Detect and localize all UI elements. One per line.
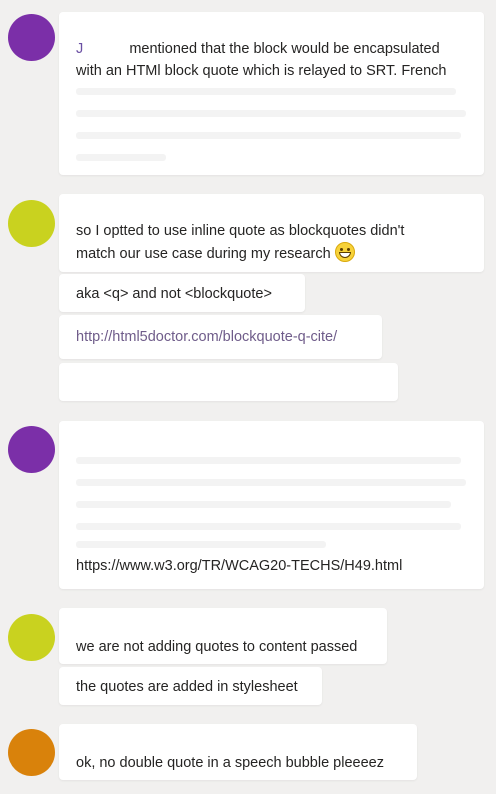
message-text: aka <q> and not <blockquote> [76, 286, 272, 302]
message-bubble[interactable]: we are not adding quotes to content pass… [59, 608, 387, 664]
redacted-line [76, 154, 166, 161]
redacted-line [76, 110, 466, 117]
redacted-line [76, 132, 461, 139]
message-bubble[interactable]: so I optted to use inline quote as block… [59, 194, 484, 272]
message-link[interactable]: https://www.w3.org/TR/WCAG20-TECHS/H49.h… [76, 555, 472, 577]
redacted-line [76, 88, 456, 95]
message-bubble[interactable]: ok, no double quote in a speech bubble p… [59, 724, 417, 780]
redacted-line [76, 541, 326, 548]
message-bubble[interactable] [59, 363, 398, 401]
message-bubble[interactable]: http://html5doctor.com/blockquote-q-cite… [59, 315, 382, 359]
redacted-line [76, 523, 461, 530]
message-bubble[interactable]: the quotes are added in stylesheet [59, 667, 322, 705]
message-bubble[interactable]: J mentioned that the block would be enca… [59, 12, 484, 175]
avatar[interactable] [8, 426, 55, 473]
redacted-line [76, 457, 461, 464]
avatar[interactable] [8, 200, 55, 247]
message-line: with an HTMl block quote which is relaye… [76, 63, 447, 79]
sender-initial: J [76, 41, 84, 57]
message-text: J mentioned that the block would be enca… [76, 38, 472, 82]
avatar[interactable] [8, 614, 55, 661]
message-line: so I optted to use inline quote as block… [76, 223, 405, 239]
message-text: so I optted to use inline quote as block… [76, 220, 472, 265]
redacted-line [76, 479, 466, 486]
message-bubble[interactable]: https://www.w3.org/TR/WCAG20-TECHS/H49.h… [59, 421, 484, 589]
avatar[interactable] [8, 729, 55, 776]
message-text: the quotes are added in stylesheet [76, 679, 298, 695]
avatar[interactable] [8, 14, 55, 61]
message-text: ok, no double quote in a speech bubble p… [76, 755, 384, 771]
message-line: mentioned that the block would be encaps… [129, 41, 440, 57]
grinning-face-icon [334, 242, 355, 262]
message-bubble[interactable]: aka <q> and not <blockquote> [59, 274, 305, 312]
message-text: we are not adding quotes to content pass… [76, 639, 358, 655]
redacted-line [76, 501, 451, 508]
message-line: match our use case during my research [76, 246, 331, 262]
message-link[interactable]: http://html5doctor.com/blockquote-q-cite… [76, 326, 370, 348]
